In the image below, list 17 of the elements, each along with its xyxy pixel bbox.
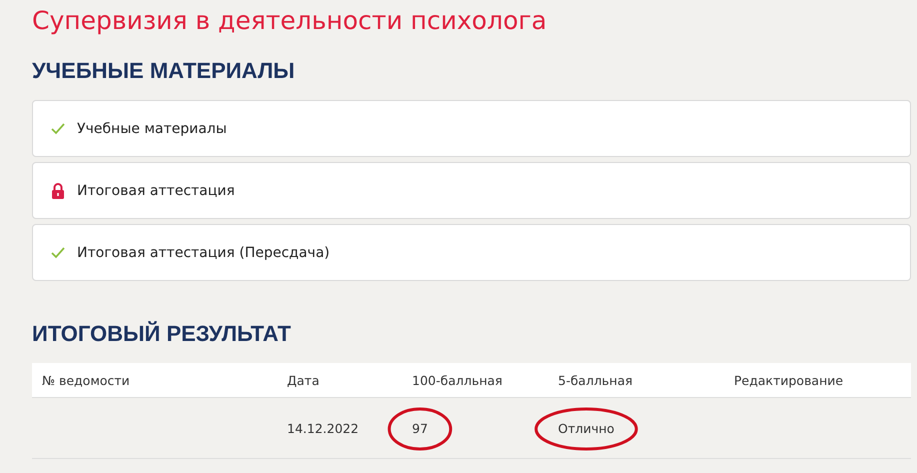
section-heading: ИТОГОВЫЙ РЕЗУЛЬТАТ	[32, 321, 292, 347]
material-item[interactable]: Итоговая аттестация	[32, 162, 911, 219]
material-label: Итоговая аттестация	[77, 182, 235, 198]
material-label: Учебные материалы	[77, 120, 227, 136]
column-header: № ведомости	[42, 372, 131, 388]
column-header: 5-балльная	[558, 372, 634, 388]
column-header: Дата	[287, 372, 320, 388]
material-item[interactable]: Итоговая аттестация (Пересдача)	[32, 224, 911, 281]
material-item[interactable]: Учебные материалы	[32, 100, 911, 157]
table-cell: Отлично	[558, 420, 614, 436]
table-cell: 97	[412, 420, 428, 436]
column-header: Редактирование	[734, 372, 844, 388]
table-cell: 14.12.2022	[287, 420, 359, 436]
material-label: Итоговая аттестация (Пересдача)	[77, 244, 330, 260]
page-title: Супервизия в деятельности психолога	[32, 6, 548, 36]
section-heading: УЧЕБНЫЕ МАТЕРИАЛЫ	[32, 58, 296, 84]
column-header: 100-балльная	[412, 372, 504, 388]
